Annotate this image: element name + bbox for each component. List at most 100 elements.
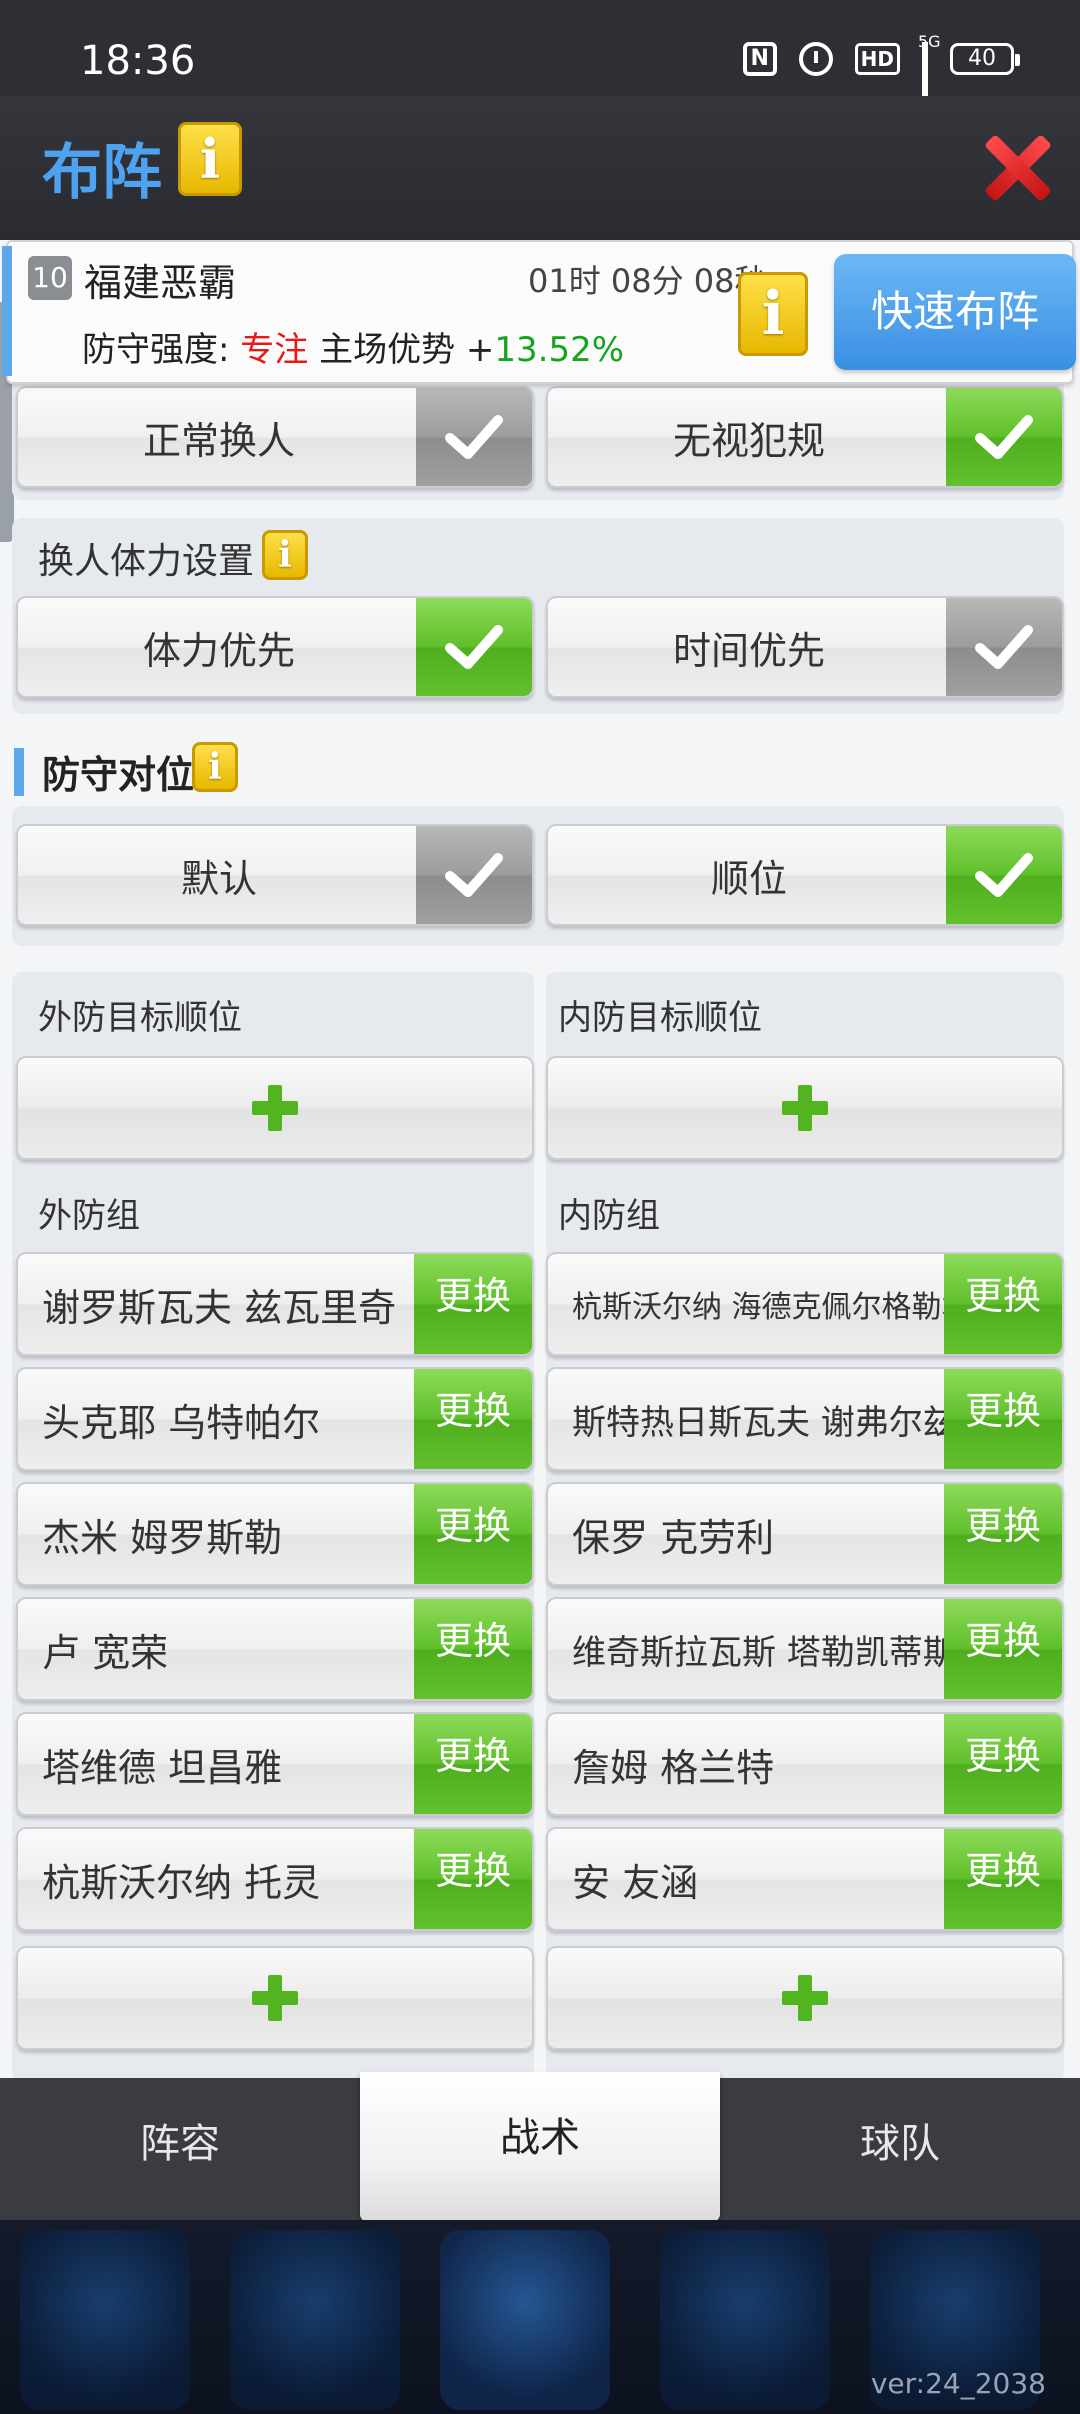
swap-button[interactable]: 更换	[414, 1599, 532, 1699]
plus-icon	[252, 1085, 298, 1131]
toggle-default[interactable]: 默认	[16, 824, 534, 926]
inner-player-row: 斯特热日斯瓦夫 谢弗尔兹 更换	[546, 1367, 1064, 1471]
swap-button[interactable]: 更换	[944, 1714, 1062, 1814]
checkmark-icon[interactable]	[946, 388, 1062, 486]
team-name: 福建恶霸	[84, 261, 237, 305]
defense-value: 专注	[240, 330, 309, 370]
formation-menu-icon	[440, 2230, 610, 2410]
player-name: 维奇斯拉瓦斯 塔勒凯蒂斯	[572, 1632, 948, 1673]
swap-button[interactable]: 更换	[944, 1484, 1062, 1584]
inner-player-row: 保罗 克劳利 更换	[546, 1482, 1064, 1586]
outer-player-row: 塔维德 坦昌雅 更换	[16, 1712, 534, 1816]
swap-button[interactable]: 更换	[944, 1254, 1062, 1354]
outer-player-row: 杰米 姆罗斯勒 更换	[16, 1482, 534, 1586]
inner-group-add-button[interactable]	[546, 1946, 1064, 2050]
swap-button[interactable]: 更换	[944, 1599, 1062, 1699]
hd-icon: HD	[854, 43, 900, 75]
outer-player-row: 杭斯沃尔纳 托灵 更换	[16, 1827, 534, 1931]
star-menu-icon	[20, 2230, 190, 2410]
outer-target-add-button[interactable]	[16, 1056, 534, 1160]
swap-button[interactable]: 更换	[944, 1829, 1062, 1929]
home-advantage-label: 主场优势 +	[308, 330, 495, 370]
defense-label: 防守强度:	[82, 330, 241, 370]
toggle-label: 顺位	[710, 856, 787, 901]
checkmark-icon[interactable]	[946, 598, 1062, 696]
status-icons: N HD 5G 40	[742, 32, 1020, 130]
player-name: 头克耶 乌特帕尔	[42, 1400, 321, 1445]
toggle-ignore-foul[interactable]: 无视犯规	[546, 386, 1064, 488]
header-info-icon[interactable]: i	[738, 272, 808, 356]
home-advantage-value: 13.52%	[494, 330, 625, 370]
page-title: 布阵	[42, 138, 162, 208]
toggle-normal-sub[interactable]: 正常换人	[16, 386, 534, 488]
checkmark-icon[interactable]	[416, 826, 532, 924]
network-label: 5G	[918, 32, 941, 51]
defense-strength-line: 防守强度: 专注 主场优势 +13.52%	[82, 322, 624, 371]
battery-icon: 40	[950, 43, 1020, 75]
bottom-menu-background: ver:24_2038	[0, 2220, 1080, 2414]
tab-team[interactable]: 球队	[720, 2078, 1080, 2220]
inner-group-label: 内防组	[558, 1196, 660, 1236]
countdown-timer: 01时 08分 08秒	[528, 262, 767, 300]
player-name: 杰米 姆罗斯勒	[42, 1515, 283, 1560]
inner-player-row: 安 友涵 更换	[546, 1827, 1064, 1931]
chat-menu-icon	[660, 2230, 830, 2410]
money-menu-icon	[230, 2230, 400, 2410]
quick-formation-button[interactable]: 快速布阵	[834, 254, 1076, 370]
tab-tactics[interactable]: 战术	[360, 2072, 720, 2222]
toggle-label: 无视犯规	[672, 418, 825, 463]
checkmark-icon[interactable]	[416, 388, 532, 486]
tactics-content[interactable]: 10 福建恶霸 01时 08分 08秒 防守强度: 专注 主场优势 +13.52…	[0, 240, 1080, 2078]
player-name: 塔维德 坦昌雅	[42, 1745, 283, 1790]
title-bar: 布阵 i	[0, 96, 1080, 240]
alarm-icon	[798, 42, 833, 76]
player-name: 安 友涵	[572, 1860, 699, 1905]
nfc-icon: N	[742, 42, 777, 76]
player-name: 杭斯沃尔纳 海德克佩尔格勒本	[572, 1290, 948, 1325]
outer-group-label: 外防组	[38, 1196, 140, 1236]
outer-player-row: 谢罗斯瓦夫 兹瓦里奇 更换	[16, 1252, 534, 1356]
inner-target-add-button[interactable]	[546, 1056, 1064, 1160]
player-name: 斯特热日斯瓦夫 谢弗尔兹	[572, 1402, 948, 1443]
player-name: 詹姆 格兰特	[572, 1745, 775, 1790]
swap-button[interactable]: 更换	[414, 1254, 532, 1354]
checkmark-icon[interactable]	[946, 826, 1062, 924]
toggle-label: 正常换人	[142, 418, 295, 463]
stamina-info-icon[interactable]: i	[262, 530, 308, 580]
stamina-title: 换人体力设置	[38, 541, 255, 582]
version-label: ver:24_2038	[870, 2367, 1046, 2400]
swap-button[interactable]: 更换	[414, 1484, 532, 1584]
title-info-icon[interactable]: i	[178, 122, 242, 196]
close-icon[interactable]	[982, 132, 1052, 202]
toggle-order[interactable]: 顺位	[546, 824, 1064, 926]
section-accent	[14, 748, 24, 796]
team-header-card: 10 福建恶霸 01时 08分 08秒 防守强度: 专注 主场优势 +13.52…	[2, 240, 1076, 384]
swap-button[interactable]: 更换	[414, 1369, 532, 1469]
toggle-label: 默认	[180, 856, 257, 901]
checkmark-icon[interactable]	[416, 598, 532, 696]
signal-icon: 5G	[918, 32, 941, 130]
status-bar: 18:36 N HD 5G 40	[0, 0, 1080, 130]
inner-target-label: 内防目标顺位	[558, 998, 762, 1038]
plus-icon	[252, 1975, 298, 2021]
toggle-label: 体力优先	[142, 628, 295, 673]
defense-title: 防守对位	[42, 753, 195, 797]
player-name: 谢罗斯瓦夫 兹瓦里奇	[42, 1285, 397, 1330]
inner-player-row: 杭斯沃尔纳 海德克佩尔格勒本 更换	[546, 1252, 1064, 1356]
status-time: 18:36	[80, 38, 196, 84]
inner-player-row: 詹姆 格兰特 更换	[546, 1712, 1064, 1816]
level-badge: 10	[28, 256, 72, 300]
player-name: 保罗 克劳利	[572, 1515, 775, 1560]
outer-player-row: 头克耶 乌特帕尔 更换	[16, 1367, 534, 1471]
toggle-stamina-first[interactable]: 体力优先	[16, 596, 534, 698]
tab-lineup[interactable]: 阵容	[0, 2078, 360, 2220]
swap-button[interactable]: 更换	[414, 1714, 532, 1814]
outer-target-label: 外防目标顺位	[38, 998, 242, 1038]
outer-player-row: 卢 宽荣 更换	[16, 1597, 534, 1701]
toggle-time-first[interactable]: 时间优先	[546, 596, 1064, 698]
outer-group-add-button[interactable]	[16, 1946, 534, 2050]
swap-button[interactable]: 更换	[414, 1829, 532, 1929]
swap-button[interactable]: 更换	[944, 1369, 1062, 1469]
header-accent	[2, 246, 12, 376]
defense-info-icon[interactable]: i	[192, 742, 238, 792]
